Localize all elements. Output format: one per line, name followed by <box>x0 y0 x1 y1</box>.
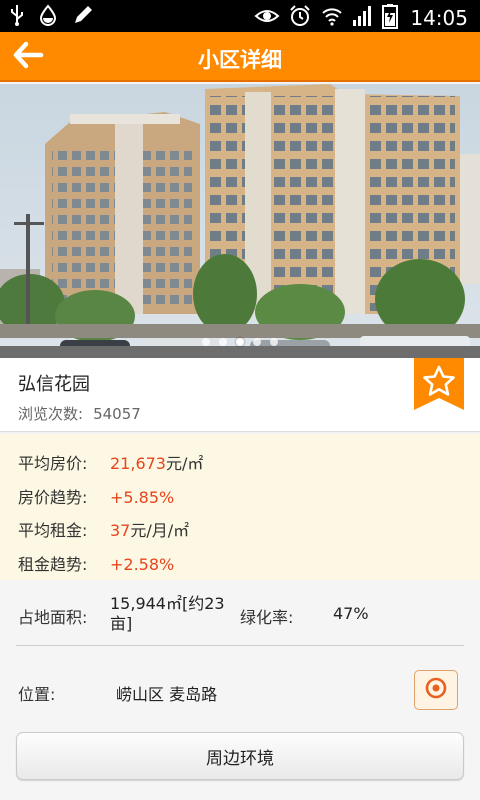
land-area-value: 15,944㎡[约23亩] <box>110 594 225 633</box>
usb-icon <box>10 4 24 30</box>
greening-rate-label: 绿化率: <box>240 608 294 627</box>
view-count: 浏览次数: 54057 <box>18 403 141 424</box>
avg-rent-unit: 元/月/㎡ <box>130 521 190 540</box>
system-icons: 14:05 <box>254 3 468 33</box>
estate-info-section: 占地面积: 15,944㎡[约23亩] 绿化率: 47% 位置: 崂山区 麦岛路… <box>0 580 480 800</box>
location-label: 位置: <box>18 685 56 704</box>
divider <box>16 645 464 646</box>
title-bar: 小区详细 <box>0 32 480 82</box>
rent-trend-value: +2.58% <box>110 555 175 574</box>
pager-dot[interactable] <box>219 338 227 346</box>
status-bar: 14:05 <box>0 0 480 32</box>
surroundings-button[interactable]: 周边环境 <box>16 732 464 780</box>
clock: 14:05 <box>410 6 468 30</box>
page-title: 小区详细 <box>198 48 282 72</box>
pager-dot[interactable] <box>253 338 261 346</box>
greening-rate-value: 47% <box>333 604 369 623</box>
location-value: 崂山区 麦岛路 <box>116 685 218 704</box>
price-trend-value: +5.85% <box>110 488 175 507</box>
pager-dot[interactable] <box>202 338 210 346</box>
avg-price-label: 平均房价: <box>18 454 88 473</box>
view-count-label: 浏览次数: <box>18 405 84 423</box>
gallery-pager <box>0 338 480 346</box>
notification-icons <box>10 4 94 30</box>
pager-dot-active[interactable] <box>236 338 244 346</box>
price-section: 平均房价: 21,673元/㎡ 房价趋势: +5.85% 平均租金: 37元/月/㎡ … <box>0 434 480 580</box>
estate-photo-gallery[interactable] <box>0 84 480 358</box>
price-trend-label: 房价趋势: <box>18 488 88 507</box>
pen-icon <box>72 4 94 30</box>
avg-price-row: 平均房价: 21,673元/㎡ <box>18 450 203 474</box>
estate-summary: 弘信花园 浏览次数: 54057 <box>0 358 480 432</box>
estate-photo <box>0 84 480 358</box>
pager-dot[interactable] <box>270 338 278 346</box>
land-area-label: 占地面积: <box>18 608 88 627</box>
alarm-icon <box>288 4 312 32</box>
rent-trend-label: 租金趋势: <box>18 555 88 574</box>
estate-name: 弘信花园 <box>18 374 90 395</box>
wifi-icon <box>320 4 344 32</box>
avg-rent-value: 37 <box>110 521 131 540</box>
avg-rent-label: 平均租金: <box>18 521 88 540</box>
battery-icon <box>382 3 399 33</box>
price-trend-row: 房价趋势: +5.85% <box>18 484 174 508</box>
water-drop-icon <box>38 4 58 30</box>
rent-trend-row: 租金趋势: +2.58% <box>18 551 174 575</box>
avg-price-unit: 元/㎡ <box>165 454 204 473</box>
view-count-value: 54057 <box>93 405 141 423</box>
eye-icon <box>254 4 280 32</box>
map-target-icon <box>423 675 449 705</box>
signal-icon <box>352 4 374 32</box>
favorite-button[interactable] <box>414 358 464 410</box>
avg-rent-row: 平均租金: 37元/月/㎡ <box>18 517 189 541</box>
avg-price-value: 21,673 <box>110 454 166 473</box>
map-location-button[interactable] <box>414 670 458 710</box>
